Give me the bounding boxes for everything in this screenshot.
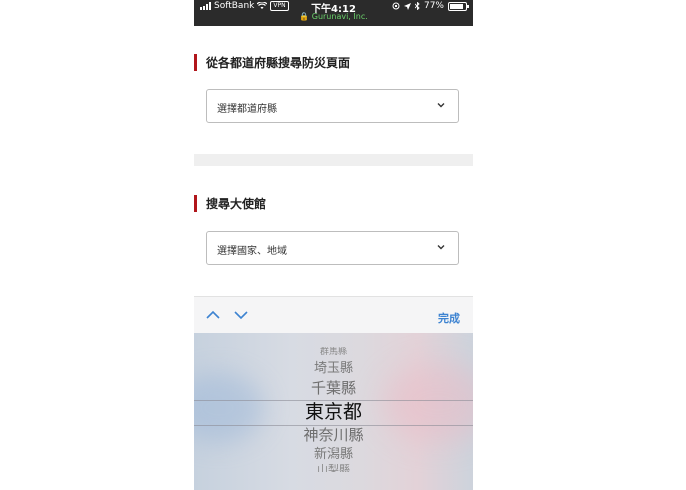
battery-percent: 77%: [423, 1, 444, 11]
site-name: Gurunavi, Inc.: [311, 12, 368, 21]
disaster-section-title: 從各都道府縣搜尋防災頁面: [206, 56, 351, 70]
embassy-section-heading: 搜尋大使館: [194, 195, 266, 212]
picker-option[interactable]: 千葉縣: [194, 380, 473, 397]
heading-accent-bar: [194, 54, 197, 71]
prefecture-select-value: 選擇都道府縣: [217, 104, 277, 115]
done-button[interactable]: 完成: [438, 310, 460, 326]
country-select-value: 選擇國家、地域: [217, 246, 287, 257]
embassy-section-title: 搜尋大使館: [206, 197, 267, 211]
bluetooth-icon: [414, 2, 420, 10]
picker-option[interactable]: 神奈川縣: [194, 427, 473, 444]
battery-icon: [448, 1, 469, 11]
location-icon: [403, 2, 411, 10]
picker-option-selected[interactable]: 東京都: [194, 401, 473, 423]
previous-field-icon[interactable]: [205, 309, 221, 321]
chevron-down-icon: [437, 245, 445, 250]
status-right: 77%: [392, 1, 469, 11]
picker-option[interactable]: 山梨縣: [194, 464, 473, 472]
rotation-lock-icon: [392, 2, 400, 10]
picker-option[interactable]: 埼玉縣: [194, 361, 473, 376]
heading-accent-bar: [194, 195, 197, 212]
picker-option[interactable]: 新潟縣: [194, 447, 473, 462]
country-select[interactable]: 選擇國家、地域: [206, 231, 459, 265]
chevron-down-icon: [437, 103, 445, 108]
prefecture-select[interactable]: 選擇都道府縣: [206, 89, 459, 123]
status-bar: SoftBank VPN 下午4:12 🔒 Gurunavi, Inc. 77%: [194, 0, 473, 26]
site-label: 🔒 Gurunavi, Inc.: [194, 12, 473, 21]
picker-option[interactable]: 群馬縣: [194, 347, 473, 355]
section-divider: [194, 154, 473, 166]
disaster-section-heading: 從各都道府縣搜尋防災頁面: [194, 54, 350, 71]
lock-icon: 🔒: [299, 12, 310, 21]
phone-screen: SoftBank VPN 下午4:12 🔒 Gurunavi, Inc. 77%…: [194, 0, 473, 490]
picker-toolbar: 完成: [194, 296, 473, 334]
next-field-icon[interactable]: [233, 309, 249, 321]
prefecture-picker-wheel[interactable]: 群馬縣 埼玉縣 千葉縣 東京都 神奈川縣 新潟縣 山梨縣: [194, 333, 473, 490]
